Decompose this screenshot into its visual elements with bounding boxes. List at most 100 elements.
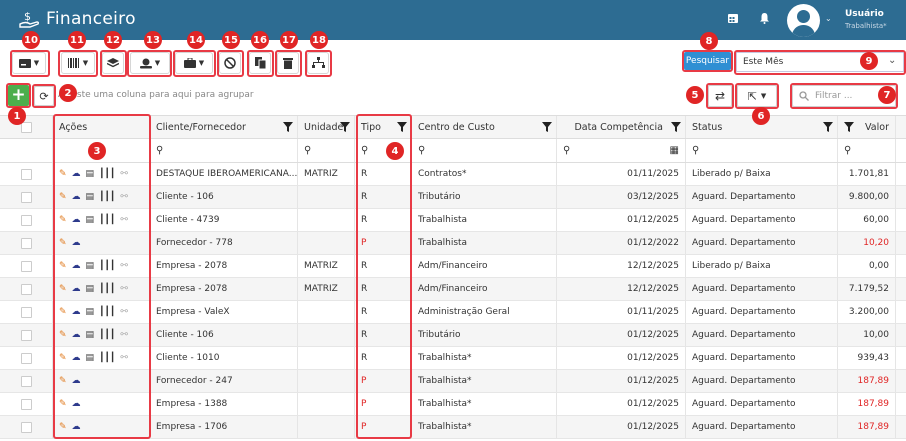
- add-button[interactable]: +: [8, 85, 29, 106]
- cloud-upload-icon[interactable]: ☁: [72, 330, 81, 340]
- filter-icon[interactable]: [671, 122, 681, 132]
- period-select[interactable]: Este Mês: [736, 52, 904, 72]
- document-icon[interactable]: ▤: [86, 192, 95, 202]
- filter-icon[interactable]: [283, 122, 293, 132]
- table-row[interactable]: ✎ ☁ Fornecedor - 778 P Trabalhista 01/12/2022…: [0, 232, 906, 255]
- cloud-upload-icon[interactable]: ☁: [72, 376, 81, 386]
- sitemap-icon[interactable]: ⚯: [120, 330, 128, 340]
- sitemap-icon[interactable]: ⚯: [120, 284, 128, 294]
- table-row[interactable]: ✎ ☁ ▤ ┃┃┃ ⚯ Empresa - 2078 MATRIZ R Adm/Financei…: [0, 278, 906, 301]
- sitemap-icon[interactable]: ⚯: [120, 261, 128, 271]
- edit-icon[interactable]: ✎: [59, 238, 67, 248]
- filter-icon[interactable]: [823, 122, 833, 132]
- row-checkbox[interactable]: [20, 168, 32, 180]
- document-icon[interactable]: ▤: [86, 284, 95, 294]
- table-row[interactable]: ✎ ☁ ▤ ┃┃┃ ⚯ Cliente - 4739 R Trabalhista 01/12/2…: [0, 209, 906, 232]
- cloud-upload-icon[interactable]: ☁: [72, 238, 81, 248]
- edit-icon[interactable]: ✎: [59, 422, 67, 432]
- cloud-upload-icon[interactable]: ☁: [72, 399, 81, 409]
- sitemap-icon[interactable]: ⚯: [120, 169, 128, 179]
- filter-cell-unidade[interactable]: ⚲: [298, 139, 355, 162]
- cloud-upload-icon[interactable]: ☁: [72, 353, 81, 363]
- table-row[interactable]: ✎ ☁ Empresa - 1388 P Trabalhista* 01/12/2025 A…: [0, 393, 906, 416]
- cloud-upload-icon[interactable]: ☁: [72, 284, 81, 294]
- export-dropdown-button[interactable]: ⇱ ▼: [737, 85, 777, 107]
- filter-cell-status[interactable]: ⚲: [686, 139, 838, 162]
- copy-button[interactable]: [249, 52, 271, 74]
- barcode-icon[interactable]: ┃┃┃: [99, 284, 115, 294]
- col-unidade[interactable]: Unidade: [298, 116, 355, 138]
- col-acoes[interactable]: Ações: [53, 116, 150, 138]
- table-row[interactable]: ✎ ☁ ▤ ┃┃┃ ⚯ Empresa - ValeX R Administração Ger…: [0, 301, 906, 324]
- row-checkbox[interactable]: [20, 352, 32, 364]
- edit-icon[interactable]: ✎: [59, 192, 67, 202]
- row-checkbox[interactable]: [20, 191, 32, 203]
- cancel-button[interactable]: [219, 52, 241, 74]
- filter-icon[interactable]: [542, 122, 552, 132]
- barcode-icon[interactable]: ┃┃┃: [99, 192, 115, 202]
- bell-icon[interactable]: [759, 12, 770, 24]
- edit-icon[interactable]: ✎: [59, 399, 67, 409]
- row-checkbox[interactable]: [20, 329, 32, 341]
- money-dropdown-button[interactable]: ▼: [130, 52, 170, 74]
- table-row[interactable]: ✎ ☁ Empresa - 1706 P Trabalhista* 01/12/2025 A…: [0, 416, 906, 439]
- row-checkbox[interactable]: [20, 375, 32, 387]
- cloud-upload-icon[interactable]: ☁: [72, 192, 81, 202]
- document-icon[interactable]: ▤: [86, 261, 95, 271]
- card-dropdown-button[interactable]: ▼: [12, 52, 46, 74]
- col-valor[interactable]: Valor: [838, 116, 896, 138]
- edit-icon[interactable]: ✎: [59, 169, 67, 179]
- col-tipo[interactable]: Tipo: [355, 116, 412, 138]
- row-checkbox[interactable]: [20, 214, 32, 226]
- hierarchy-button[interactable]: [307, 52, 329, 74]
- calendar-icon[interactable]: [727, 12, 739, 24]
- filter-icon[interactable]: [397, 122, 407, 132]
- sitemap-icon[interactable]: ⚯: [120, 307, 128, 317]
- filter-cell-cliente[interactable]: ⚲: [150, 139, 298, 162]
- filter-cell-centro[interactable]: ⚲: [412, 139, 557, 162]
- edit-icon[interactable]: ✎: [59, 353, 67, 363]
- cloud-upload-icon[interactable]: ☁: [72, 261, 81, 271]
- cloud-upload-icon[interactable]: ☁: [72, 215, 81, 225]
- sitemap-icon[interactable]: ⚯: [120, 215, 128, 225]
- row-checkbox[interactable]: [20, 260, 32, 272]
- table-row[interactable]: ✎ ☁ Fornecedor - 247 P Trabalhista* 01/12/202…: [0, 370, 906, 393]
- document-icon[interactable]: ▤: [86, 307, 95, 317]
- edit-icon[interactable]: ✎: [59, 330, 67, 340]
- barcode-icon[interactable]: ┃┃┃: [99, 307, 115, 317]
- col-centro[interactable]: Centro de Custo: [412, 116, 557, 138]
- edit-icon[interactable]: ✎: [59, 376, 67, 386]
- user-name[interactable]: Usuário: [845, 9, 884, 19]
- col-cliente[interactable]: Cliente/Fornecedor: [150, 116, 298, 138]
- filter-icon[interactable]: [844, 122, 854, 132]
- cloud-upload-icon[interactable]: ☁: [72, 169, 81, 179]
- chevron-down-icon[interactable]: ⌄: [888, 55, 896, 66]
- table-row[interactable]: ✎ ☁ ▤ ┃┃┃ ⚯ Cliente - 1010 R Trabalhista* 01/12/…: [0, 347, 906, 370]
- chevron-down-icon[interactable]: ⌄: [825, 14, 832, 23]
- barcode-icon[interactable]: ┃┃┃: [99, 215, 115, 225]
- filter-icon[interactable]: [340, 122, 350, 132]
- edit-icon[interactable]: ✎: [59, 307, 67, 317]
- search-button[interactable]: Pesquisar: [684, 52, 731, 70]
- edit-icon[interactable]: ✎: [59, 215, 67, 225]
- briefcase-dropdown-button[interactable]: ▼: [175, 52, 213, 74]
- row-checkbox[interactable]: [20, 283, 32, 295]
- edit-icon[interactable]: ✎: [59, 261, 67, 271]
- document-icon[interactable]: ▤: [86, 353, 95, 363]
- document-icon[interactable]: ▤: [86, 215, 95, 225]
- row-checkbox[interactable]: [20, 306, 32, 318]
- cloud-upload-icon[interactable]: ☁: [72, 307, 81, 317]
- barcode-icon[interactable]: ┃┃┃: [99, 261, 115, 271]
- refresh-button[interactable]: ⟳: [34, 86, 54, 106]
- avatar[interactable]: [787, 4, 820, 37]
- table-row[interactable]: ✎ ☁ ▤ ┃┃┃ ⚯ Empresa - 2078 MATRIZ R Adm/Financei…: [0, 255, 906, 278]
- filter-cell-data[interactable]: ⚲ ▦: [557, 139, 686, 162]
- document-icon[interactable]: ▤: [86, 169, 95, 179]
- row-checkbox[interactable]: [20, 398, 32, 410]
- col-data[interactable]: Data Competência: [557, 116, 686, 138]
- swap-button[interactable]: ⇄: [708, 85, 732, 107]
- sitemap-icon[interactable]: ⚯: [120, 353, 128, 363]
- barcode-icon[interactable]: ┃┃┃: [99, 330, 115, 340]
- barcode-dropdown-button[interactable]: ▼: [61, 52, 95, 74]
- cloud-upload-icon[interactable]: ☁: [72, 422, 81, 432]
